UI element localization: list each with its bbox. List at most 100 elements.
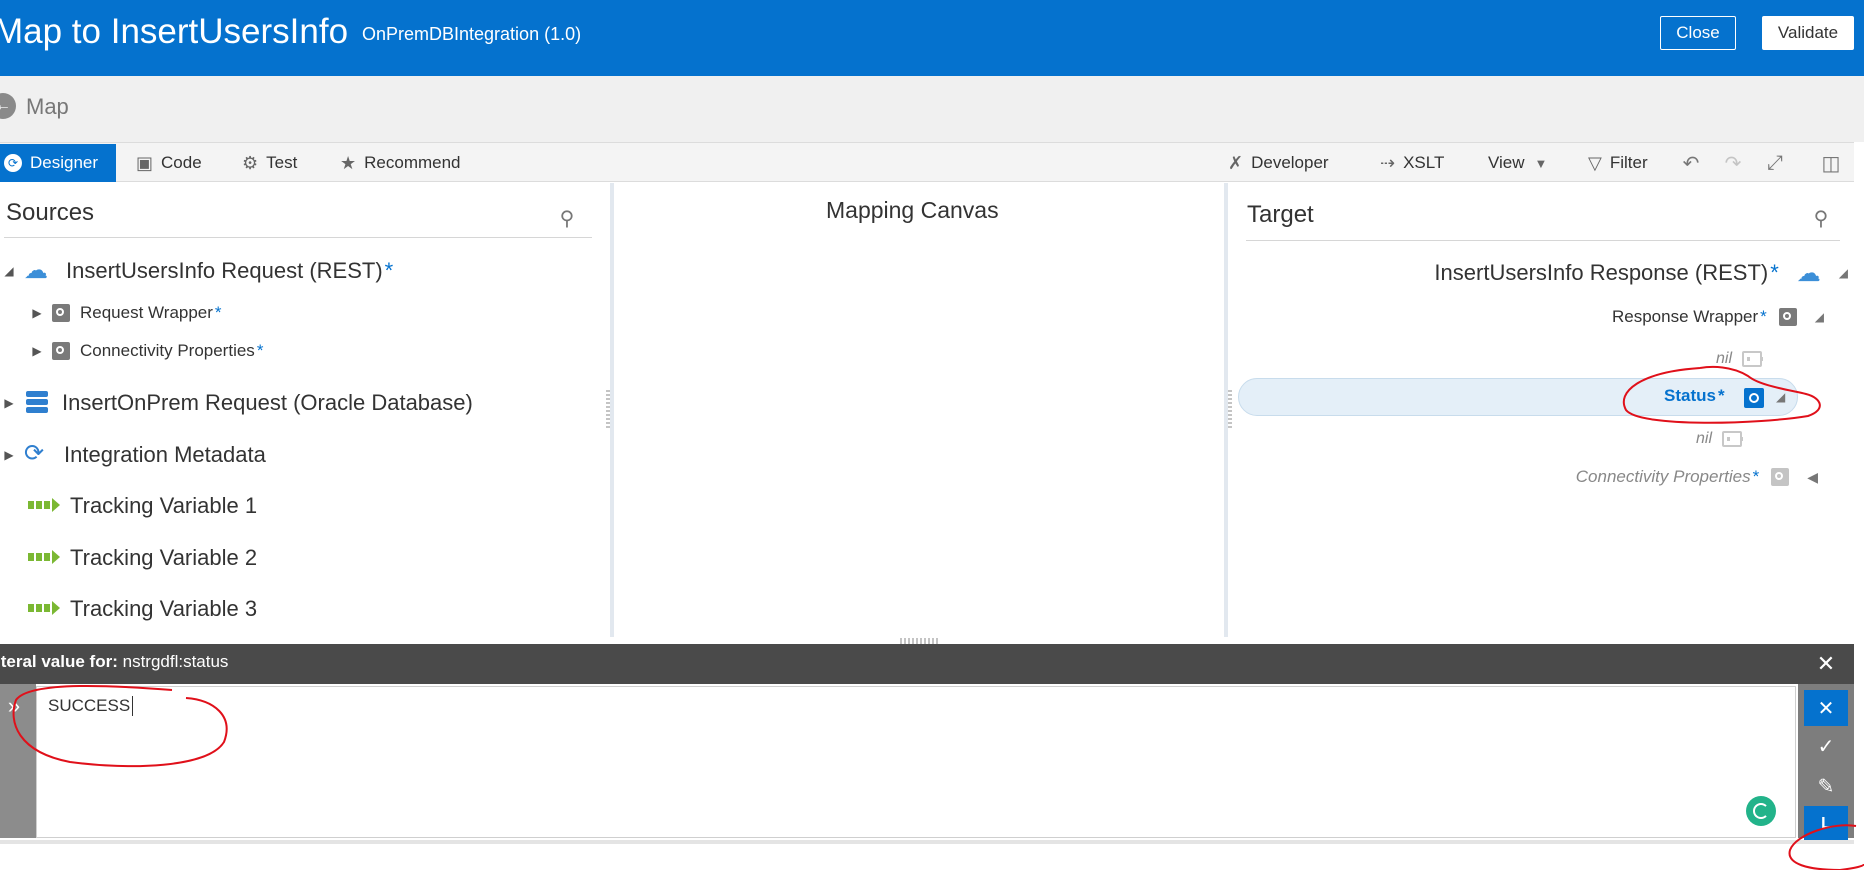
- tracking-variable-icon: [28, 497, 60, 515]
- splitter-handle[interactable]: [606, 390, 610, 430]
- literal-editor-header: [0, 644, 1854, 684]
- page-title: Map to InsertUsersInfo: [0, 12, 349, 51]
- required-star: *: [1717, 386, 1725, 405]
- horizontal-scrollbar[interactable]: [0, 840, 1854, 844]
- divider: [1246, 240, 1840, 241]
- target-tree-item[interactable]: Connectivity Properties * ◀: [1500, 462, 1818, 492]
- pencil-icon[interactable]: ✎: [1804, 768, 1848, 804]
- close-button[interactable]: Close: [1660, 16, 1736, 50]
- tool-label: XSLT: [1403, 153, 1445, 172]
- source-tree-item[interactable]: Tracking Variable 3: [28, 594, 257, 624]
- element-node-icon: [52, 304, 70, 322]
- search-icon[interactable]: ⚲: [1810, 207, 1832, 230]
- tree-item-label: Connectivity Properties: [80, 341, 255, 360]
- tab-label: Designer: [30, 153, 99, 172]
- source-tree-item[interactable]: ▶ InsertOnPrem Request (Oracle Database): [2, 388, 473, 418]
- source-tree-item[interactable]: Tracking Variable 2: [28, 543, 257, 573]
- collapse-icon[interactable]: ◢: [1815, 310, 1824, 324]
- source-tree-item[interactable]: ▶ ⟳ Integration Metadata: [2, 440, 266, 470]
- breadcrumb-label: Map: [26, 94, 69, 119]
- code-icon: ▣: [136, 152, 154, 173]
- tracking-variable-icon: [28, 549, 60, 567]
- element-node-icon: [1744, 388, 1764, 408]
- filter-button[interactable]: ▽ Filter: [1588, 144, 1648, 182]
- target-tree-item[interactable]: nil: [1580, 424, 1743, 454]
- literal-mode-button[interactable]: L: [1804, 806, 1848, 842]
- splitter-handle[interactable]: [1228, 390, 1232, 430]
- source-tree-item[interactable]: ▶ Connectivity Properties *: [30, 336, 263, 366]
- tool-label: Developer: [1251, 153, 1329, 172]
- collapse-icon[interactable]: ◢: [1839, 266, 1848, 280]
- expand-arrow-icon[interactable]: ▶: [30, 344, 44, 358]
- literal-value-text[interactable]: SUCCESS: [48, 696, 130, 716]
- mapping-canvas[interactable]: [610, 183, 1228, 637]
- xslt-button[interactable]: ⇢ XSLT: [1380, 144, 1444, 182]
- tab-recommend[interactable]: ★ Recommend: [340, 144, 461, 182]
- tool-label: View: [1488, 153, 1525, 172]
- expand-arrow-icon[interactable]: ▶: [2, 396, 16, 410]
- database-icon: [24, 389, 50, 417]
- sources-title: Sources: [6, 199, 95, 226]
- search-icon[interactable]: ⚲: [556, 207, 578, 230]
- tab-label: Test: [266, 153, 298, 172]
- source-tree-item[interactable]: Tracking Variable 1: [28, 491, 257, 521]
- expand-arrow-icon[interactable]: ◀: [1807, 469, 1818, 486]
- literal-field: nstrgdfl:status: [122, 652, 229, 671]
- required-star: *: [214, 303, 222, 322]
- undo-icon[interactable]: ↶: [1678, 150, 1704, 176]
- expand-arrow-icon[interactable]: ▶: [30, 306, 44, 320]
- target-tree-item[interactable]: InsertUsersInfo Response (REST) * ☁ ◢: [1300, 258, 1848, 288]
- literal-prefix: iteral value for:: [0, 652, 123, 671]
- tab-code[interactable]: ▣ Code: [136, 144, 202, 182]
- tools-icon[interactable]: ✕: [1804, 690, 1848, 726]
- tab-designer[interactable]: ⟳ Designer: [0, 144, 116, 182]
- element-node-icon: [1771, 468, 1790, 486]
- source-tree-item[interactable]: ◢ ☁ InsertUsersInfo Request (REST) *: [2, 256, 393, 286]
- tree-item-label: InsertUsersInfo Response (REST): [1434, 260, 1769, 285]
- required-star: *: [1760, 307, 1767, 326]
- source-tree-item[interactable]: ▶ Request Wrapper *: [30, 298, 222, 328]
- cloud-rest-icon: ☁: [1796, 259, 1821, 287]
- expand-double-chevron-icon[interactable]: »: [0, 692, 28, 720]
- element-node-icon: [52, 342, 70, 360]
- tool-label: Filter: [1609, 153, 1648, 172]
- developer-button[interactable]: ✗ Developer: [1228, 144, 1329, 182]
- close-icon[interactable]: ✕: [1814, 651, 1838, 676]
- collapse-icon[interactable]: ◢: [2, 264, 16, 278]
- literal-editor-title: iteral value for: nstrgdfl:status: [0, 652, 228, 672]
- toggle-panel-icon[interactable]: ◫: [1818, 150, 1844, 176]
- tree-item-label: Integration Metadata: [64, 442, 266, 467]
- tab-label: Recommend: [364, 153, 461, 172]
- filter-icon: ▽: [1588, 152, 1602, 173]
- target-tree-item[interactable]: nil: [1600, 344, 1763, 374]
- tree-item-label: InsertUsersInfo Request (REST): [66, 258, 383, 283]
- integration-name: OnPremDBIntegration (1.0): [362, 24, 582, 44]
- attribute-icon: [1722, 431, 1743, 447]
- validate-button[interactable]: Validate: [1762, 16, 1854, 50]
- breadcrumb: [0, 76, 1864, 142]
- text-caret: [132, 696, 133, 716]
- tab-test[interactable]: ⚙ Test: [242, 144, 297, 182]
- tree-item-label: InsertOnPrem Request (Oracle Database): [62, 390, 473, 415]
- view-menu[interactable]: View ▼: [1488, 144, 1555, 182]
- tree-item-label: Response Wrapper: [1611, 307, 1759, 326]
- target-title: Target: [1247, 201, 1314, 228]
- expand-arrow-icon[interactable]: ▶: [2, 448, 16, 462]
- check-icon[interactable]: ✓: [1804, 728, 1848, 764]
- literal-value-input[interactable]: [36, 686, 1796, 838]
- redo-icon[interactable]: ↷: [1720, 150, 1746, 176]
- collapse-icon[interactable]: ◢: [1776, 390, 1785, 404]
- loading-spinner-icon: [1746, 796, 1776, 826]
- designer-icon: ⟳: [4, 154, 22, 172]
- tree-item-label: Connectivity Properties: [1575, 467, 1751, 486]
- expand-icon[interactable]: ⤢: [1762, 150, 1788, 176]
- status-node-label[interactable]: Status *: [1664, 386, 1725, 406]
- required-star: *: [384, 258, 394, 283]
- chevron-down-icon: ▼: [1534, 155, 1548, 171]
- element-node-icon: [1778, 308, 1797, 326]
- tree-item-label: Request Wrapper: [80, 303, 213, 322]
- star-icon: ★: [340, 152, 357, 173]
- target-tree-item[interactable]: Response Wrapper * ◢: [1400, 302, 1824, 332]
- attribute-icon: [1742, 351, 1763, 367]
- tree-item-label: Tracking Variable 1: [70, 493, 258, 518]
